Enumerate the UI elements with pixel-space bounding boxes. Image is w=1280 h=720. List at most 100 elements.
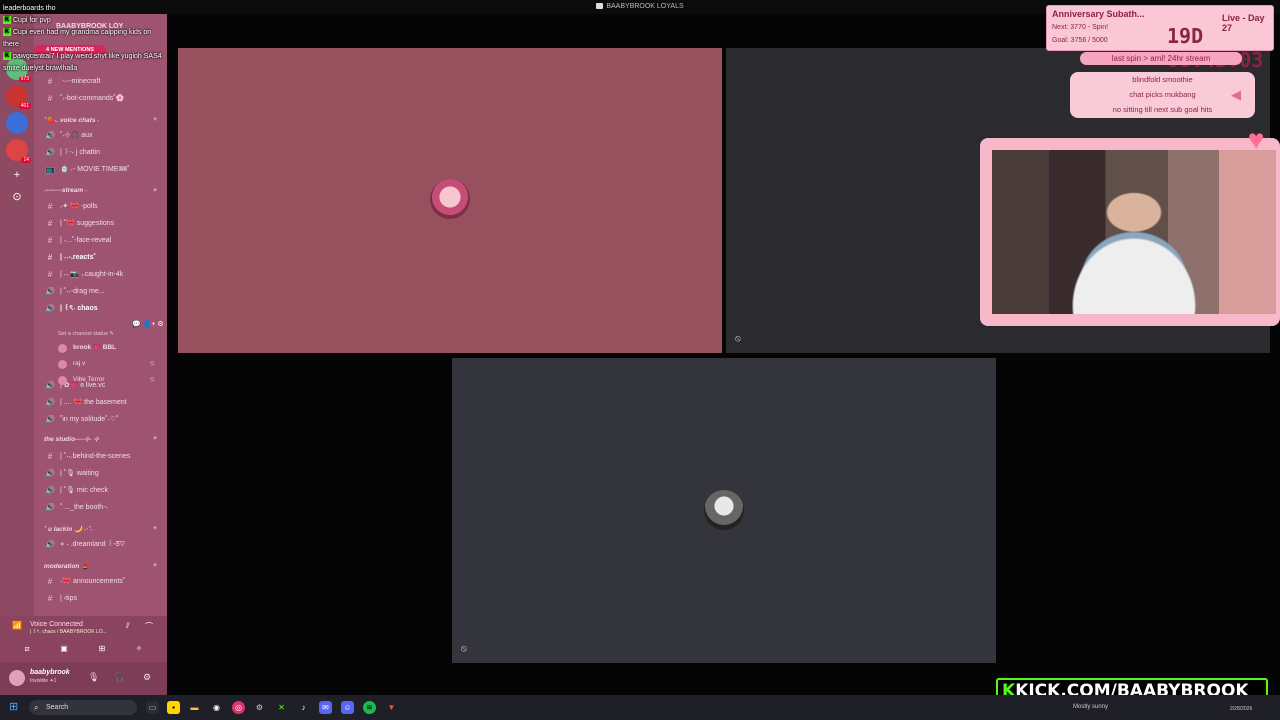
noise-suppression-icon[interactable]: ⫽ [126, 621, 130, 631]
sticky-app-icon[interactable]: ▪ [167, 701, 180, 714]
add-channel-icon[interactable]: + [153, 187, 157, 194]
channel-item[interactable]: # ˖✦ 🎀 -polls [44, 200, 98, 214]
screen-share-icon[interactable]: ▣ [57, 644, 71, 656]
tiktok-icon[interactable]: ♪ [297, 701, 310, 714]
muted-icon: ⦸ [735, 333, 741, 343]
add-channel-icon[interactable]: + [153, 562, 157, 569]
channel-item[interactable]: 🔊 | ꒰-˖ j chattin [44, 146, 100, 160]
channel-label: | ˖...˚-face-reveal [60, 237, 112, 244]
task-view-icon[interactable]: ▭ [146, 701, 159, 714]
channel-item[interactable]: 🔊 ˚in my solitude˚˖♡˚ [44, 413, 118, 427]
channel-item[interactable]: 🔊 | .... 🎀 the basement [44, 396, 127, 410]
channel-category[interactable]: ˚ u lackin 🌙 ˖·˚˖ + [44, 525, 157, 533]
muted-icon: ⦸ [461, 643, 467, 653]
search-icon: ⌕ [34, 703, 39, 712]
channel-item[interactable]: 🔊 | ꒰ৎ˖ chaos [44, 302, 98, 316]
channel-item[interactable]: 🔊 | ˚🎙 mic check [44, 484, 108, 498]
obs-icon[interactable]: ◉ [210, 701, 223, 714]
channel-item[interactable]: 🔊 | ˚˖˖-drag me... [44, 285, 105, 299]
subathon-next: Next: 3770 - Spin! [1052, 24, 1109, 31]
channel-item[interactable]: 🔊 | ˚🎙 waiting [44, 467, 99, 481]
discord-icon[interactable]: ☺ [341, 701, 354, 714]
settings-gear-icon[interactable]: ⚙ [143, 672, 151, 683]
voice-member[interactable]: Vibe Terror ⦸ [58, 373, 155, 387]
channel-item[interactable]: # | ‹tips [44, 592, 77, 606]
server-icon[interactable]: 14 [6, 139, 31, 163]
muted-icon: ⦸ [150, 360, 155, 367]
add-channel-icon[interactable]: + [153, 525, 157, 532]
steam-icon[interactable]: ⚙ [253, 701, 266, 714]
text-channel-icon: # [47, 270, 53, 279]
channel-item[interactable]: 🔊 ˚ ..._the booth-˖ [44, 501, 108, 515]
explore-icon[interactable]: ⊙ [9, 189, 25, 205]
wheel-option: blindfold smoothie [1132, 75, 1193, 84]
channel-label: | .... 🎀 the basement [60, 399, 127, 406]
channel-item[interactable]: # | ˖...˚-face-reveal [44, 234, 111, 248]
activities-icon[interactable]: ⊞ [95, 644, 109, 656]
add-server-icon[interactable]: + [9, 167, 25, 183]
disconnect-icon[interactable]: ⌒ [145, 621, 153, 632]
start-icon[interactable]: ⊞ [9, 701, 22, 714]
voice-member[interactable]: raj v ⦸ [58, 357, 155, 371]
username: baabybrook [30, 669, 70, 676]
kick-badge-icon: K [3, 16, 11, 25]
voice-channel-icon: 🔊 [45, 398, 55, 407]
app-icon[interactable]: ◎ [232, 701, 245, 714]
server-icon[interactable] [6, 112, 28, 134]
chat-line: there [3, 41, 19, 48]
channel-item[interactable]: 🔊 ˚˖⊹🎧 aux [44, 129, 92, 143]
headset-icon[interactable]: 🎧 [114, 672, 125, 683]
channel-category[interactable]: ˚🍓˖. voice chats ˖ + [44, 116, 157, 124]
soundboard-icon[interactable]: ✧ [132, 644, 146, 656]
channel-item[interactable]: 🔊 ⋄ ˖ .dreamland ꒰-ᘔ♡ [44, 538, 125, 552]
taskbar-search[interactable]: ⌕ Search [29, 700, 137, 715]
add-channel-icon[interactable]: + [153, 116, 157, 123]
avatar[interactable] [9, 670, 25, 686]
signal-icon: 📶 [12, 621, 22, 630]
channel-sidebar: BAABYBROOK LOY # ˙-˖--minecraft # ˚˖-bot-co… [34, 14, 167, 695]
channel-item[interactable]: 📺 🍵 ˖- MOVIE TIME🎟˚ [44, 163, 130, 177]
channel-label: ˚in my solitude˚˖♡˚ [60, 416, 119, 423]
channel-item[interactable]: # | ˚˖˖.behind-the-scenes [44, 450, 131, 464]
voice-tile-brook[interactable] [178, 48, 722, 353]
voice-channel[interactable]: | ꒰ৎ˖ chaos / BAABYBROOK LO... [30, 629, 107, 637]
webcam-feed [992, 150, 1276, 314]
add-channel-icon[interactable]: + [153, 435, 157, 442]
text-channel-icon: # [47, 577, 53, 586]
channel-item[interactable]: # | ˚🎀 suggestions [44, 217, 114, 231]
channel-label: | ‹tips [60, 595, 77, 602]
text-channel-icon: # [47, 236, 53, 245]
server-icon[interactable]: 461 [6, 85, 31, 109]
voice-channel-icon: 🔊 [45, 540, 55, 549]
file-explorer-icon[interactable]: ▬ [188, 701, 201, 714]
channel-category[interactable]: moderation 💄 + [44, 562, 157, 570]
member-name: brook 💗 BBL [73, 344, 117, 351]
channel-item[interactable]: # ˙-˖--minecraft [44, 75, 101, 89]
voice-tile-vibe-terror[interactable]: ⦸ [452, 358, 996, 663]
channel-category[interactable]: ˖---──stream ˖ + [44, 187, 157, 194]
channel-status[interactable]: Set a channel status ✎ [58, 331, 114, 337]
voice-status: Voice Connected [30, 621, 83, 628]
chat-overlay: leaderboards tho K Cupi for pvp K Cupi eve… [3, 3, 162, 75]
spotify-icon[interactable]: ≋ [363, 701, 376, 714]
user-panel: baabybrook Invisible ✦1 🎙 🎧 ⚙ [0, 662, 167, 695]
channel-item[interactable]: # | ˖˖ 📷 ₊caught-in-4k [44, 268, 123, 282]
mic-icon[interactable]: 🎙 [88, 672, 99, 683]
discord-icon[interactable]: ✉ [319, 701, 332, 714]
channel-item[interactable]: # ˚˖-bot-commands˚🌸 [44, 92, 125, 106]
voice-channel-icon: 🔊 [45, 469, 55, 478]
channel-actions-icon[interactable]: 💬 👤+ ⚙ [132, 320, 164, 328]
channel-item[interactable]: # | ˖˖-.reacts˚ [44, 251, 96, 265]
voice-channel-icon: 🔊 [45, 148, 55, 157]
channel-item[interactable]: # ˖🎀 announcements˚ [44, 575, 125, 589]
channel-label: ˙-˖--minecraft [60, 78, 101, 85]
channel-label: | ˚˖˖-drag me... [60, 288, 105, 295]
voice-member[interactable]: brook 💗 BBL [58, 341, 116, 355]
xbox-icon[interactable]: ✕ [275, 701, 288, 714]
channel-category[interactable]: the studio──⊹˖ ⊹ + [44, 435, 157, 443]
channel-label: | ꒰ৎ˖ chaos [60, 305, 98, 312]
camera-off-icon[interactable]: ⧄ [20, 644, 34, 656]
brave-icon[interactable]: ▼ [385, 701, 398, 714]
channel-label: ⋄ ˖ .dreamland ꒰-ᘔ♡ [60, 541, 125, 548]
channel-label: | ˚🎙 mic check [60, 487, 109, 494]
